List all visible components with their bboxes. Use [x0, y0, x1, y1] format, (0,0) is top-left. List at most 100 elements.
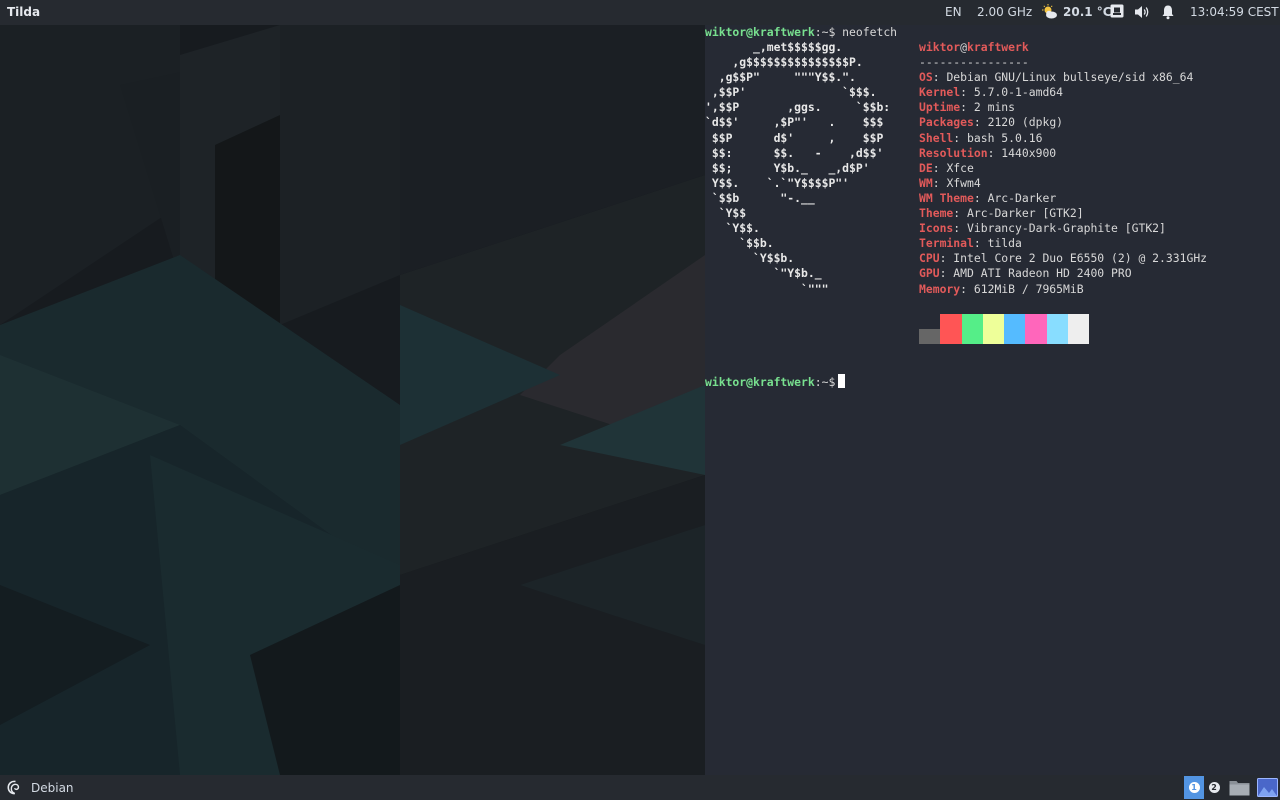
debian-logo-icon[interactable] — [6, 779, 23, 799]
info-row: Uptime: 2 mins — [919, 100, 1016, 115]
desktop-wallpaper — [0, 25, 705, 775]
info-value: 2 mins — [973, 100, 1016, 115]
info-row: Theme: Arc-Darker [GTK2] — [919, 206, 1084, 221]
palette-swatch — [919, 329, 941, 344]
info-value: tilda — [987, 236, 1022, 251]
palette-swatch — [961, 314, 983, 344]
ascii-logo-line: `"Y$b._ — [705, 266, 822, 281]
info-value: bash 5.0.16 — [967, 130, 1043, 145]
active-window-title[interactable]: Tilda — [7, 5, 40, 19]
ascii-logo-line: ,g$$$$$$$$$$$$$$$P. — [705, 55, 863, 70]
ascii-logo-line: `Y$$. — [705, 221, 760, 236]
keyboard-layout-indicator[interactable]: EN — [945, 5, 962, 19]
ascii-logo-line: `Y$$ — [705, 206, 747, 221]
command-line: wiktor@kraftwerk:~$ neofetch — [705, 25, 897, 40]
prompt-path: :~$ — [814, 375, 836, 389]
info-value: 2120 (dpkg) — [987, 115, 1064, 130]
info-row: Kernel: 5.7.0-1-amd64 — [919, 85, 1064, 100]
active-prompt: wiktor@kraftwerk:~$ — [705, 374, 846, 390]
info-row: Terminal: tilda — [919, 236, 1022, 251]
ascii-logo-line: Y$$. `.`"Y$$$$P"' — [705, 175, 850, 190]
terminal-cursor — [838, 374, 846, 388]
info-row: WM Theme: Arc-Darker — [919, 190, 1057, 205]
ascii-logo-line: $$; Y$b._ _,d$P' — [705, 160, 870, 175]
ascii-logo-line: ',$$P ,ggs. `$$b: — [705, 100, 891, 115]
ascii-logo-line: `$$b. — [705, 236, 774, 251]
workspace-2-button[interactable]: 2 — [1204, 776, 1224, 799]
info-value: Xfwm4 — [946, 175, 981, 190]
info-key: WM Theme — [919, 190, 974, 205]
info-value: 5.7.0-1-amd64 — [973, 85, 1064, 100]
workspace-1-button[interactable]: 1 — [1184, 776, 1204, 799]
info-key: GPU — [919, 266, 940, 281]
info-row: WM: Xfwm4 — [919, 175, 981, 190]
system-info: wiktor@kraftwerk ---------------- OS: De… — [919, 40, 1207, 297]
info-key: Packages — [919, 115, 974, 130]
info-rows: OS: Debian GNU/Linux bullseye/sid x86_64… — [919, 70, 1207, 296]
palette-swatch — [940, 314, 962, 344]
info-value: Debian GNU/Linux bullseye/sid x86_64 — [946, 70, 1194, 85]
ascii-logo-line: `d$$' ,$P"' . $$$ — [705, 115, 884, 130]
info-key: Resolution — [919, 145, 988, 160]
weather-temperature[interactable]: 20.1 °C — [1063, 5, 1112, 19]
clock[interactable]: 13:04:59 CEST — [1190, 5, 1279, 19]
info-value: Vibrancy-Dark-Graphite [GTK2] — [967, 221, 1166, 236]
info-value: AMD ATI Radeon HD 2400 PRO — [953, 266, 1132, 281]
bottom-panel: Debian 1 2 — [0, 775, 1280, 800]
info-row: Packages: 2120 (dpkg) — [919, 115, 1064, 130]
ascii-logo-line: _,met$$$$$gg. — [705, 40, 843, 54]
ascii-logo-line: `Y$$b. — [705, 251, 795, 266]
ascii-logo-line: `""" — [705, 281, 829, 296]
debian-ascii-logo: _,met$$$$$gg. ,g$$$$$$$$$$$$$$$P. ,g$$P"… — [705, 40, 890, 297]
palette-swatch — [982, 314, 1005, 344]
command-text: neofetch — [842, 25, 898, 39]
info-key: Uptime — [919, 100, 961, 115]
info-key: Terminal — [919, 236, 974, 251]
info-separator: ---------------- — [919, 55, 1029, 70]
info-value: Intel Core 2 Duo E6550 (2) @ 2.331GHz — [953, 251, 1208, 266]
info-key: DE — [919, 160, 933, 175]
info-key: Kernel — [919, 85, 961, 100]
info-row: DE: Xfce — [919, 160, 974, 175]
info-value: Xfce — [946, 160, 974, 175]
weather-icon[interactable] — [1042, 4, 1058, 23]
ascii-logo-line: $$P d$' , $$P — [705, 130, 884, 145]
info-row: Icons: Vibrancy-Dark-Graphite [GTK2] — [919, 221, 1166, 236]
info-value: 1440x900 — [1001, 145, 1057, 160]
info-value: Arc-Darker [GTK2] — [967, 206, 1084, 221]
color-palette — [919, 314, 1090, 344]
volume-icon[interactable] — [1134, 4, 1151, 23]
info-key: Shell — [919, 130, 954, 145]
info-row: CPU: Intel Core 2 Duo E6550 (2) @ 2.331G… — [919, 251, 1208, 266]
info-row: Memory: 612MiB / 7965MiB — [919, 281, 1084, 296]
applications-menu-label[interactable]: Debian — [31, 781, 74, 795]
info-value: Arc-Darker — [987, 190, 1057, 205]
ascii-logo-line: ,$$P' `$$$. — [705, 85, 877, 100]
top-panel: Tilda EN 2.00 GHz 20.1 °C 13:04:59 CEST — [0, 0, 1280, 25]
info-row: Resolution: 1440x900 — [919, 145, 1057, 160]
ascii-logo-line: $$: $$. - ,d$$' — [705, 145, 884, 160]
info-row: Shell: bash 5.0.16 — [919, 130, 1043, 145]
info-key: Theme — [919, 206, 954, 221]
info-header: wiktor@kraftwerk — [919, 40, 1029, 54]
info-row: OS: Debian GNU/Linux bullseye/sid x86_64 — [919, 70, 1194, 85]
info-value: 612MiB / 7965MiB — [973, 281, 1084, 296]
palette-swatch — [1025, 314, 1047, 344]
notification-bell-icon[interactable] — [1161, 4, 1175, 23]
tilda-terminal[interactable]: wiktor@kraftwerk:~$ neofetch _,met$$$$$g… — [705, 25, 1280, 775]
prompt-user: wiktor@kraftwerk — [705, 25, 815, 39]
network-icon[interactable] — [1110, 4, 1124, 21]
image-viewer-icon[interactable] — [1257, 778, 1278, 800]
info-key: OS — [919, 70, 933, 85]
info-key: CPU — [919, 251, 940, 266]
palette-swatch — [1068, 314, 1090, 344]
ascii-logo-line: ,g$$P" """Y$$.". — [705, 70, 856, 85]
palette-swatch — [1004, 314, 1026, 344]
info-key: Icons — [919, 221, 954, 236]
file-manager-icon[interactable] — [1229, 779, 1250, 799]
cpu-frequency-indicator[interactable]: 2.00 GHz — [977, 5, 1032, 19]
ascii-logo-line: `$$b "-.__ — [705, 190, 815, 205]
info-key: WM — [919, 175, 933, 190]
palette-swatch — [1046, 314, 1069, 344]
prompt-path: :~$ — [814, 25, 836, 39]
